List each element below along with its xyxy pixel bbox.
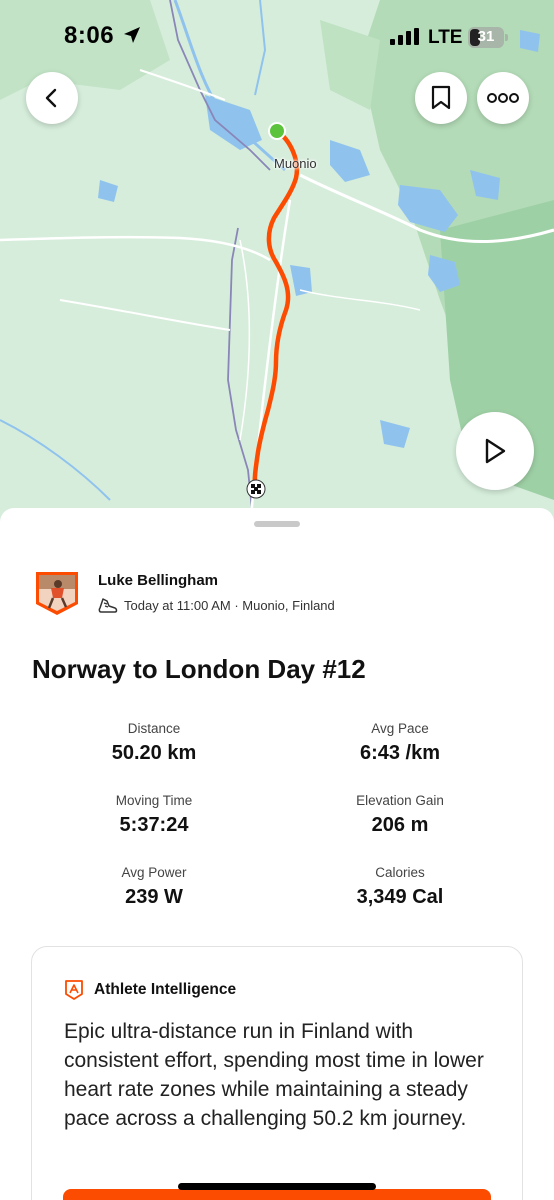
- battery-level: 31: [477, 28, 495, 45]
- athlete-intelligence-card[interactable]: Athlete Intelligence Epic ultra-distance…: [31, 946, 523, 1200]
- bookmark-button[interactable]: [415, 72, 467, 124]
- activity-meta-text: Today at 11:00 AM · Muonio, Finland: [124, 597, 335, 613]
- athlete-name[interactable]: Luke Bellingham: [98, 572, 218, 589]
- activity-title: Norway to London Day #12: [32, 654, 366, 684]
- network-type: LTE: [428, 27, 463, 48]
- finish-marker: [246, 479, 266, 499]
- play-flyover-button[interactable]: [456, 412, 534, 490]
- athlete-avatar[interactable]: [34, 570, 80, 616]
- stat-value: 239 W: [125, 886, 183, 908]
- athlete-intelligence-icon: [65, 980, 83, 1000]
- bookmark-icon: [431, 85, 451, 110]
- more-options-button[interactable]: [477, 72, 529, 124]
- stat-distance: Distance 50.20 km: [54, 721, 254, 765]
- stat-value: 3,349 Cal: [356, 886, 444, 908]
- stat-avg-power: Avg Power 239 W: [54, 865, 254, 909]
- stat-value: 5:37:24: [119, 814, 189, 836]
- stat-elevation-gain: Elevation Gain 206 m: [300, 793, 500, 837]
- stat-value: 206 m: [371, 814, 429, 836]
- back-button[interactable]: [26, 72, 78, 124]
- location-arrow-icon: [124, 27, 140, 43]
- home-indicator: [178, 1183, 376, 1190]
- stat-label: Distance: [127, 721, 181, 736]
- stat-moving-time: Moving Time 5:37:24: [54, 793, 254, 837]
- stat-label: Calories: [375, 865, 425, 880]
- activity-sheet: Luke Bellingham Today at 11:00 AM · Muon…: [0, 508, 554, 1200]
- athlete-intelligence-header: Athlete Intelligence: [64, 979, 236, 1001]
- more-dots-icon: [487, 93, 519, 103]
- play-icon: [485, 438, 506, 464]
- athlete-intelligence-summary: Epic ultra-distance run in Finland with …: [64, 1020, 484, 1130]
- cell-signal-icon: [390, 28, 419, 45]
- stat-label: Avg Power: [121, 865, 187, 880]
- chevron-left-icon: [45, 88, 57, 108]
- start-marker: [268, 122, 286, 140]
- status-time: 8:06: [64, 22, 115, 49]
- stat-label: Moving Time: [115, 793, 193, 808]
- stat-avg-pace: Avg Pace 6:43 /km: [300, 721, 500, 765]
- map-place-label: Muonio: [274, 156, 317, 171]
- battery-icon: 31: [468, 27, 508, 48]
- insight-action-button[interactable]: [63, 1189, 491, 1200]
- stat-value: 6:43 /km: [359, 742, 441, 764]
- sheet-grabber[interactable]: [254, 521, 300, 527]
- stat-label: Elevation Gain: [356, 793, 444, 808]
- athlete-intelligence-title: Athlete Intelligence: [94, 981, 237, 998]
- stat-calories: Calories 3,349 Cal: [300, 865, 500, 909]
- activity-meta: Today at 11:00 AM · Muonio, Finland: [98, 596, 335, 614]
- stat-value: 50.20 km: [111, 742, 197, 764]
- stat-label: Avg Pace: [371, 721, 429, 736]
- run-shoe-icon: [98, 598, 118, 613]
- status-bar: 8:06 LTE 31: [0, 0, 554, 74]
